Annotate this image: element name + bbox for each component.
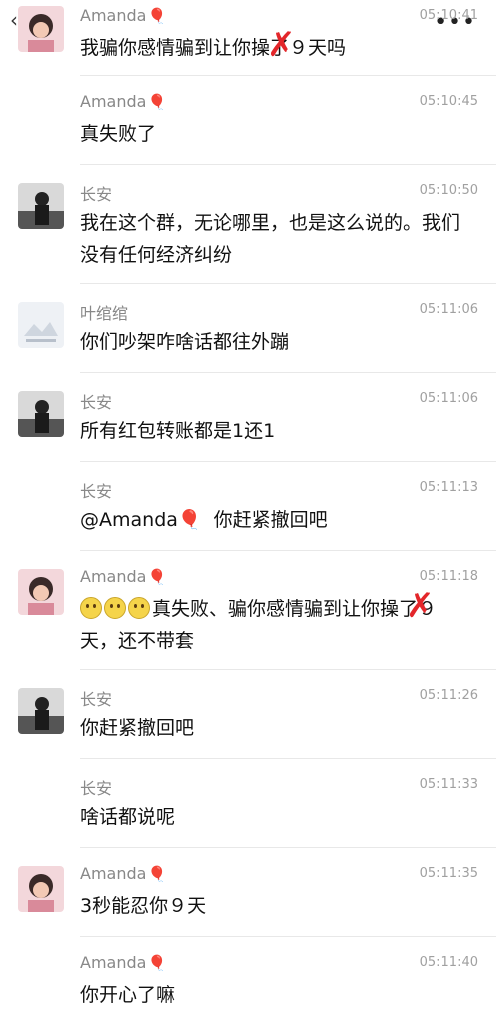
- message-text: 3秒能忍你９天: [80, 895, 207, 917]
- message-text: 你开心了嘛: [80, 984, 176, 1006]
- timestamp: 05:11:06: [419, 302, 478, 317]
- message-text: @Amanda🎈 你赶紧撤回吧: [80, 504, 476, 536]
- sender-name: Amanda🎈: [80, 6, 167, 25]
- chat-message[interactable]: Amanda🎈 05:10:45 真失败了: [80, 76, 496, 165]
- balloon-icon: 🎈: [147, 954, 167, 972]
- balloon-icon: 🎈: [147, 93, 167, 111]
- chat-message[interactable]: 长安 05:11:26 你赶紧撤回吧: [18, 670, 496, 759]
- mention[interactable]: @Amanda: [80, 509, 178, 531]
- sender-name: 叶绾绾: [80, 304, 129, 323]
- sender-name: Amanda🎈: [80, 953, 167, 972]
- chat-message[interactable]: 长安 05:10:50 我在这个群，无论哪里，也是这么说的。我们没有任何经济纠纷: [18, 165, 496, 284]
- sender-name: 长安: [80, 393, 113, 412]
- chat-message[interactable]: Amanda🎈 05:11:35 3秒能忍你９天: [18, 848, 496, 937]
- chat-message[interactable]: 长安 05:11:13 @Amanda🎈 你赶紧撤回吧: [80, 462, 496, 551]
- sender-name: 长安: [80, 779, 113, 798]
- sender-name: Amanda🎈: [80, 864, 167, 883]
- sender-name: Amanda🎈: [80, 92, 167, 111]
- timestamp: 05:11:06: [419, 391, 478, 406]
- red-x-mark-icon: ✗: [267, 25, 296, 65]
- avatar-amanda[interactable]: [18, 569, 64, 615]
- avatar-amanda[interactable]: [18, 6, 64, 52]
- timestamp: 05:10:41: [419, 8, 478, 23]
- back-chevron-icon[interactable]: ‹: [10, 8, 18, 32]
- timestamp: 05:11:13: [419, 480, 478, 495]
- red-x-mark-icon: ✗: [406, 586, 435, 626]
- balloon-icon: 🎈: [147, 568, 167, 586]
- balloon-icon: 🎈: [147, 865, 167, 883]
- message-body: 你赶紧撤回吧: [213, 509, 328, 531]
- balloon-icon: 🎈: [177, 509, 202, 531]
- sender-name: 长安: [80, 482, 113, 501]
- message-text: 所有红包转账都是1还1: [80, 420, 276, 442]
- chat-message[interactable]: Amanda🎈 05:11:40 你开心了嘛: [80, 937, 496, 1027]
- chat-message[interactable]: Amanda🎈 05:10:41 我骗你感情骗到让你操了９天吗 ✗: [18, 0, 496, 76]
- timestamp: 05:11:26: [419, 688, 478, 703]
- timestamp: 05:10:50: [419, 183, 478, 198]
- message-text: 啥话都说呢: [80, 806, 176, 828]
- chat-message[interactable]: Amanda🎈 05:11:18 真失败、骗你感情骗到让你操了９天，还不带套 ✗: [18, 551, 496, 670]
- chat-message[interactable]: 长安 05:11:06 所有红包转账都是1还1: [18, 373, 496, 462]
- chat-message[interactable]: 叶绾绾 05:11:06 你们吵架咋啥话都往外蹦: [18, 284, 496, 373]
- balloon-icon: 🎈: [147, 7, 167, 25]
- timestamp: 05:10:45: [419, 94, 478, 109]
- timestamp: 05:11:33: [419, 777, 478, 792]
- message-text: 你赶紧撤回吧: [80, 717, 195, 739]
- avatar-changan[interactable]: [18, 183, 64, 229]
- sender-name: 长安: [80, 690, 113, 709]
- message-text: 真失败了: [80, 123, 157, 145]
- smiley-emoji-icon: [128, 597, 150, 619]
- sender-name: Amanda🎈: [80, 567, 167, 586]
- timestamp: 05:11:18: [419, 569, 478, 584]
- sender-name: 长安: [80, 185, 113, 204]
- avatar-ye[interactable]: [18, 302, 64, 348]
- timestamp: 05:11:40: [419, 955, 478, 970]
- chat-message[interactable]: 长安 05:11:33 啥话都说呢: [80, 759, 496, 848]
- smiley-emoji-icon: [80, 597, 102, 619]
- message-text: 你们吵架咋啥话都往外蹦: [80, 331, 290, 353]
- message-text: 我在这个群，无论哪里，也是这么说的。我们没有任何经济纠纷: [80, 212, 461, 266]
- avatar-changan[interactable]: [18, 391, 64, 437]
- avatar-amanda[interactable]: [18, 866, 64, 912]
- smiley-emoji-icon: [104, 597, 126, 619]
- avatar-changan[interactable]: [18, 688, 64, 734]
- timestamp: 05:11:35: [419, 866, 478, 881]
